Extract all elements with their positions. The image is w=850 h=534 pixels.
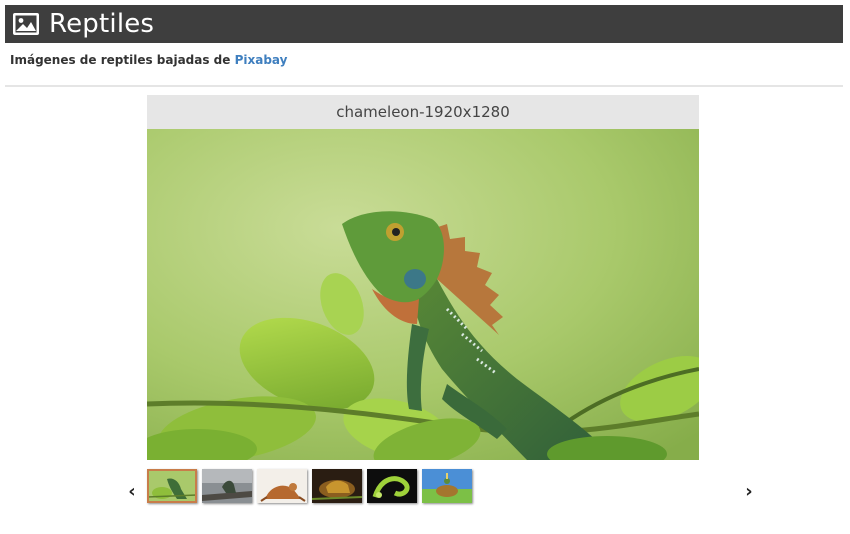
thumbnail-turtle[interactable] xyxy=(422,469,472,503)
image-viewer: chameleon-1920x1280 xyxy=(147,95,699,460)
thumbnail-gecko[interactable] xyxy=(257,469,307,503)
main-image xyxy=(147,129,699,460)
thumbnail-chameleon[interactable] xyxy=(147,469,197,503)
next-arrow-icon[interactable]: › xyxy=(740,482,758,502)
page-title: Reptiles xyxy=(49,9,155,39)
image-caption: chameleon-1920x1280 xyxy=(147,95,699,129)
divider xyxy=(5,85,843,87)
thumbnail-lizard-dark[interactable] xyxy=(312,469,362,503)
prev-arrow-icon[interactable]: ‹ xyxy=(123,482,141,502)
thumbnail-strip xyxy=(147,469,472,503)
page-header: Reptiles xyxy=(5,5,843,43)
thumbnail-lizard-on-branch[interactable] xyxy=(202,469,252,503)
image-icon xyxy=(13,13,39,35)
subtitle-text: Imágenes de reptiles bajadas de xyxy=(10,53,235,67)
page-subtitle: Imágenes de reptiles bajadas de Pixabay xyxy=(10,53,287,67)
thumbnail-green-snake[interactable] xyxy=(367,469,417,503)
pixabay-link[interactable]: Pixabay xyxy=(235,53,288,67)
